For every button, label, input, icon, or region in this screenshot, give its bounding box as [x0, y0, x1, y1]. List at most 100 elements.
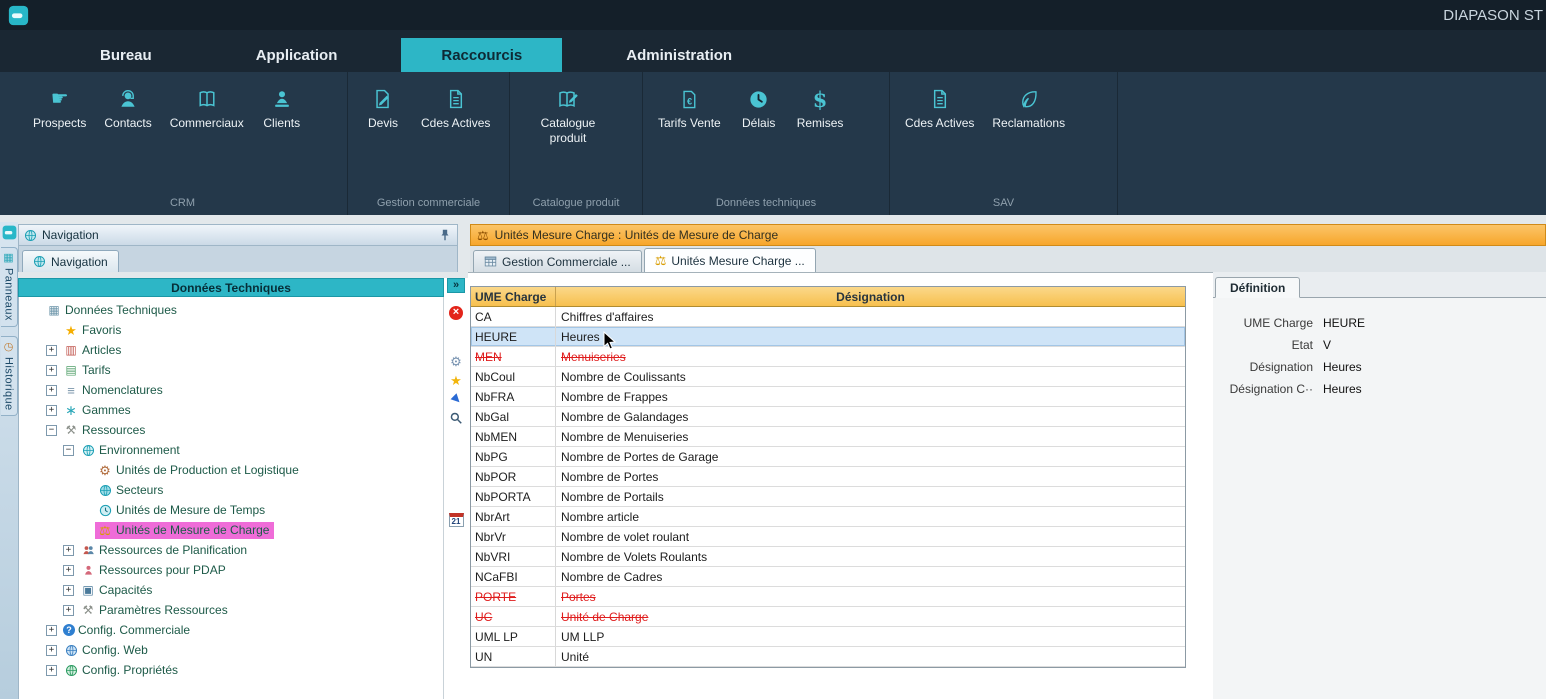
tab-definition[interactable]: Définition	[1215, 277, 1300, 298]
pointer-arrow-icon: ▶	[449, 392, 463, 406]
ribbon-button-commerciaux[interactable]: Commerciaux	[161, 86, 253, 131]
document-tab-unites-mesure-charge[interactable]: ⚖Unités Mesure Charge ...	[644, 248, 816, 272]
table-row-men[interactable]: MENMenuiseries	[471, 347, 1185, 367]
dock-tab-panneaux[interactable]: ▦Panneaux	[1, 247, 18, 327]
pointer-arrow-button[interactable]: ▶	[446, 390, 466, 408]
ribbon-button-clients[interactable]: Clients	[253, 86, 311, 131]
table-row-un[interactable]: UNUnité	[471, 647, 1185, 667]
table-row-nbrvr[interactable]: NbrVrNombre de volet roulant	[471, 527, 1185, 547]
tree-item-unites-de-mesure-de-charge[interactable]: +⚖Unités de Mesure de Charge	[19, 520, 443, 540]
tree-item-config-proprietes[interactable]: +Config. Propriétés	[19, 660, 443, 680]
dock-strip: ▦Panneaux ◷Historique	[0, 222, 18, 699]
ribbon-tab-raccourcis[interactable]: Raccourcis	[401, 38, 562, 72]
params-tools-icon: ⚒	[80, 604, 96, 616]
tree-item-parametres-ressources[interactable]: +⚒Paramètres Ressources	[19, 600, 443, 620]
table-row-nbrart[interactable]: NbrArtNombre article	[471, 507, 1185, 527]
tree-expander-icon[interactable]: +	[46, 625, 57, 636]
table-row-porte[interactable]: PORTEPortes	[471, 587, 1185, 607]
ribbon-button-prospects[interactable]: ☛Prospects	[24, 86, 95, 131]
column-header-ume-charge[interactable]: UME Charge	[471, 287, 556, 306]
ribbon-button-catalogue-produit[interactable]: Catalogue produit	[516, 86, 620, 146]
dock-logo-icon	[2, 225, 17, 240]
load-scales-icon: ⚖	[655, 254, 667, 267]
collapse-panel-button[interactable]: »	[447, 278, 465, 293]
tree-item-donnees-techniques[interactable]: +▦Données Techniques	[19, 300, 443, 320]
tree-item-capacites[interactable]: +▣Capacités	[19, 580, 443, 600]
ribbon-button-reclamations[interactable]: Reclamations	[983, 86, 1074, 131]
tree-item-ressources-pour-pdap[interactable]: +Ressources pour PDAP	[19, 560, 443, 580]
ribbon-tab-bureau[interactable]: Bureau	[60, 38, 192, 72]
tree-expander-icon[interactable]: +	[46, 645, 57, 656]
tree-item-config-commerciale[interactable]: +?Config. Commerciale	[19, 620, 443, 640]
ribbon-button-devis[interactable]: Devis	[354, 86, 412, 131]
ribbon-button-cdes-actives[interactable]: Cdes Actives	[896, 86, 983, 131]
search-magnifier-button[interactable]	[446, 409, 466, 427]
tree-expander-icon[interactable]: −	[46, 425, 57, 436]
definition-field-designation: DésignationHeures	[1213, 356, 1546, 378]
table-row-nbmen[interactable]: NbMENNombre de Menuiseries	[471, 427, 1185, 447]
grid-tab-icon	[484, 255, 497, 268]
favorite-star-button[interactable]: ★	[446, 371, 466, 389]
filter-gear-button[interactable]: ⚙	[446, 352, 466, 370]
ribbon-tab-application[interactable]: Application	[216, 38, 378, 72]
ribbon-tab-administration[interactable]: Administration	[586, 38, 772, 72]
table-row-nbvri[interactable]: NbVRINombre de Volets Roulants	[471, 547, 1185, 567]
production-gear-icon: ⚙	[97, 464, 113, 477]
table-row-ca[interactable]: CAChiffres d'affaires	[471, 307, 1185, 327]
tree-item-unites-de-mesure-de-temps[interactable]: +Unités de Mesure de Temps	[19, 500, 443, 520]
orders-doc-icon	[445, 86, 467, 112]
table-row-ncafbi[interactable]: NCaFBINombre de Cadres	[471, 567, 1185, 587]
document-tab-gestion-commerciale[interactable]: Gestion Commerciale ...	[473, 250, 642, 272]
tree-item-config-web[interactable]: +Config. Web	[19, 640, 443, 660]
favorites-star-icon: ★	[63, 324, 79, 337]
tree-expander-icon[interactable]: +	[63, 565, 74, 576]
ribbon-button-delais[interactable]: Délais	[730, 86, 788, 131]
tree-item-favoris[interactable]: +★Favoris	[19, 320, 443, 340]
tree-expander-icon[interactable]: −	[63, 445, 74, 456]
globe-nav-icon	[33, 255, 46, 268]
tree-expander-icon[interactable]: +	[46, 345, 57, 356]
tree-item-ressources-de-planification[interactable]: +Ressources de Planification	[19, 540, 443, 560]
delete-circle-button[interactable]: ×	[446, 304, 466, 322]
table-row-nbpor[interactable]: NbPORNombre de Portes	[471, 467, 1185, 487]
tree-expander-icon[interactable]: +	[63, 605, 74, 616]
table-row-nbpg[interactable]: NbPGNombre de Portes de Garage	[471, 447, 1185, 467]
ribbon-button-contacts[interactable]: Contacts	[95, 86, 160, 131]
tree-item-unites-de-production-et-logistique[interactable]: +⚙Unités de Production et Logistique	[19, 460, 443, 480]
tree-item-articles[interactable]: +▥Articles	[19, 340, 443, 360]
tab-definition-label: Définition	[1230, 281, 1285, 295]
load-scales-icon: ⚖	[97, 524, 113, 537]
dock-tab-historique[interactable]: ◷Historique	[1, 336, 18, 417]
table-row-heure[interactable]: HEUREHeures	[471, 327, 1185, 347]
history-clock-icon: ◷	[4, 342, 14, 353]
table-row-uml-lp[interactable]: UML LPUM LLP	[471, 627, 1185, 647]
table-row-nbfra[interactable]: NbFRANombre de Frappes	[471, 387, 1185, 407]
tree-item-tarifs[interactable]: +▤Tarifs	[19, 360, 443, 380]
tree-item-ressources[interactable]: −⚒Ressources	[19, 420, 443, 440]
calendar-button[interactable]: 21	[446, 511, 466, 529]
tree-item-gammes[interactable]: +∗Gammes	[19, 400, 443, 420]
tree-expander-icon[interactable]: +	[46, 405, 57, 416]
table-row-nbporta[interactable]: NbPORTANombre de Portails	[471, 487, 1185, 507]
tree-expander-icon[interactable]: +	[46, 365, 57, 376]
tree-panel-title: Données Techniques	[171, 281, 291, 295]
tab-navigation[interactable]: Navigation	[22, 250, 119, 272]
tree-item-secteurs[interactable]: +Secteurs	[19, 480, 443, 500]
ribbon-button-cdes-actives[interactable]: Cdes Actives	[412, 86, 499, 131]
capacities-icon: ▣	[80, 584, 96, 596]
tree-expander-icon[interactable]: +	[46, 665, 57, 676]
tree-expander-icon[interactable]: +	[63, 545, 74, 556]
tree-item-nomenclatures[interactable]: +≡Nomenclatures	[19, 380, 443, 400]
pin-icon[interactable]	[438, 228, 452, 242]
column-header-designation[interactable]: Désignation	[556, 287, 1185, 306]
tree-expander-icon[interactable]: +	[46, 385, 57, 396]
sales-tariff-doc-icon: €	[679, 86, 700, 112]
tree-expander-icon[interactable]: +	[63, 585, 74, 596]
table-row-nbcoul[interactable]: NbCoulNombre de Coulissants	[471, 367, 1185, 387]
tariffs-sheets-icon: ▤	[63, 364, 79, 376]
table-row-uc[interactable]: UCUnité de Charge	[471, 607, 1185, 627]
ribbon-button-remises[interactable]: $Remises	[788, 86, 853, 131]
table-row-nbgal[interactable]: NbGalNombre de Galandages	[471, 407, 1185, 427]
ribbon-button-tarifs-vente[interactable]: €Tarifs Vente	[649, 86, 730, 131]
tree-item-environnement[interactable]: −Environnement	[19, 440, 443, 460]
